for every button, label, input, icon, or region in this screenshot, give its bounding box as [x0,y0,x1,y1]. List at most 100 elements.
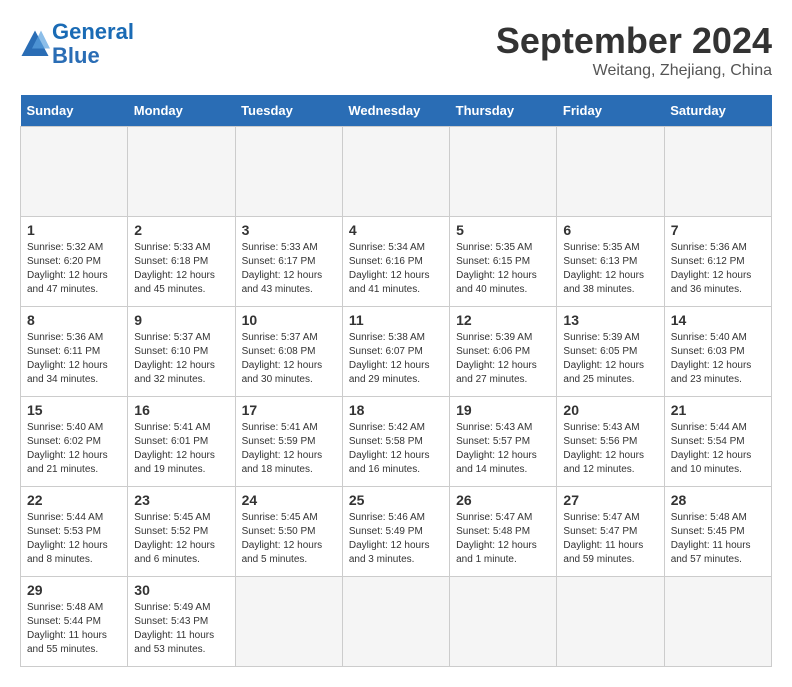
day-info: Sunrise: 5:41 AM Sunset: 5:59 PM Dayligh… [242,421,336,477]
day-info: Sunrise: 5:45 AM Sunset: 5:50 PM Dayligh… [242,511,336,567]
day-info: Sunrise: 5:42 AM Sunset: 5:58 PM Dayligh… [349,421,443,477]
calendar-cell: 12Sunrise: 5:39 AM Sunset: 6:06 PM Dayli… [450,307,557,397]
calendar-cell: 18 Sunrise: 5:42 AM Sunset: 5:58 PM Dayli… [342,397,449,487]
calendar-table: SundayMondayTuesdayWednesdayThursdayFrid… [20,95,772,667]
calendar-cell: 6Sunrise: 5:35 AM Sunset: 6:13 PM Daylig… [557,217,664,307]
calendar-cell: 11 Sunrise: 5:38 AM Sunset: 6:07 PM Dayli… [342,307,449,397]
day-number: 14 [671,312,765,328]
logo-line2: Blue [52,43,100,68]
calendar-cell [342,577,449,667]
day-info: Sunrise: 5:49 AM Sunset: 5:43 PM Dayligh… [134,601,228,657]
calendar-cell [557,577,664,667]
header-row: SundayMondayTuesdayWednesdayThursdayFrid… [21,95,772,127]
week-row-0 [21,127,772,217]
month-title: September 2024 [496,20,772,62]
day-info: Sunrise: 5:43 AM Sunset: 5:56 PM Dayligh… [563,421,657,477]
calendar-cell [235,577,342,667]
day-info: Sunrise: 5:44 AM Sunset: 5:53 PM Dayligh… [27,511,121,567]
calendar-cell: 7 Sunrise: 5:36 AM Sunset: 6:12 PM Daylig… [664,217,771,307]
day-number: 2 [134,222,228,238]
day-info: Sunrise: 5:48 AM Sunset: 5:45 PM Dayligh… [671,511,765,567]
calendar-cell: 21 Sunrise: 5:44 AM Sunset: 5:54 PM Dayli… [664,397,771,487]
day-number: 20 [563,402,657,418]
calendar-cell: 28 Sunrise: 5:48 AM Sunset: 5:45 PM Dayli… [664,487,771,577]
day-number: 22 [27,492,121,508]
day-number: 8 [27,312,121,328]
day-number: 24 [242,492,336,508]
week-row-1: 1 Sunrise: 5:32 AM Sunset: 6:20 PM Daylig… [21,217,772,307]
day-number: 26 [456,492,550,508]
day-number: 5 [456,222,550,238]
day-info: Sunrise: 5:39 AM Sunset: 6:06 PM Dayligh… [456,331,550,387]
week-row-2: 8 Sunrise: 5:36 AM Sunset: 6:11 PM Daylig… [21,307,772,397]
logo-line1: General [52,19,134,44]
calendar-cell: 2Sunrise: 5:33 AM Sunset: 6:18 PM Daylig… [128,217,235,307]
day-number: 17 [242,402,336,418]
col-header-saturday: Saturday [664,95,771,127]
day-info: Sunrise: 5:36 AM Sunset: 6:11 PM Dayligh… [27,331,121,387]
day-number: 27 [563,492,657,508]
day-info: Sunrise: 5:40 AM Sunset: 6:03 PM Dayligh… [671,331,765,387]
calendar-cell: 16 Sunrise: 5:41 AM Sunset: 6:01 PM Dayli… [128,397,235,487]
day-info: Sunrise: 5:37 AM Sunset: 6:10 PM Dayligh… [134,331,228,387]
col-header-thursday: Thursday [450,95,557,127]
day-info: Sunrise: 5:33 AM Sunset: 6:17 PM Dayligh… [242,241,336,297]
day-number: 10 [242,312,336,328]
day-info: Sunrise: 5:48 AM Sunset: 5:44 PM Dayligh… [27,601,121,657]
day-info: Sunrise: 5:47 AM Sunset: 5:47 PM Dayligh… [563,511,657,567]
day-info: Sunrise: 5:38 AM Sunset: 6:07 PM Dayligh… [349,331,443,387]
calendar-cell [664,127,771,217]
calendar-cell: 5Sunrise: 5:35 AM Sunset: 6:15 PM Daylig… [450,217,557,307]
calendar-cell: 14 Sunrise: 5:40 AM Sunset: 6:03 PM Dayli… [664,307,771,397]
day-number: 29 [27,582,121,598]
calendar-cell: 15 Sunrise: 5:40 AM Sunset: 6:02 PM Dayli… [21,397,128,487]
title-block: September 2024 Weitang, Zhejiang, China [496,20,772,80]
calendar-cell: 8 Sunrise: 5:36 AM Sunset: 6:11 PM Daylig… [21,307,128,397]
day-number: 23 [134,492,228,508]
calendar-cell [21,127,128,217]
day-number: 16 [134,402,228,418]
day-info: Sunrise: 5:41 AM Sunset: 6:01 PM Dayligh… [134,421,228,477]
day-number: 3 [242,222,336,238]
calendar-cell: 20 Sunrise: 5:43 AM Sunset: 5:56 PM Dayli… [557,397,664,487]
calendar-cell: 3 Sunrise: 5:33 AM Sunset: 6:17 PM Daylig… [235,217,342,307]
calendar-cell: 24 Sunrise: 5:45 AM Sunset: 5:50 PM Dayli… [235,487,342,577]
day-info: Sunrise: 5:36 AM Sunset: 6:12 PM Dayligh… [671,241,765,297]
day-info: Sunrise: 5:34 AM Sunset: 6:16 PM Dayligh… [349,241,443,297]
day-number: 11 [349,312,443,328]
calendar-cell: 9Sunrise: 5:37 AM Sunset: 6:10 PM Daylig… [128,307,235,397]
page-header: General Blue September 2024 Weitang, Zhe… [20,20,772,80]
day-info: Sunrise: 5:43 AM Sunset: 5:57 PM Dayligh… [456,421,550,477]
day-number: 13 [563,312,657,328]
week-row-5: 29 Sunrise: 5:48 AM Sunset: 5:44 PM Dayli… [21,577,772,667]
calendar-cell: 30Sunrise: 5:49 AM Sunset: 5:43 PM Dayli… [128,577,235,667]
day-info: Sunrise: 5:47 AM Sunset: 5:48 PM Dayligh… [456,511,550,567]
day-info: Sunrise: 5:44 AM Sunset: 5:54 PM Dayligh… [671,421,765,477]
logo-icon [20,29,50,59]
calendar-cell: 13Sunrise: 5:39 AM Sunset: 6:05 PM Dayli… [557,307,664,397]
calendar-cell: 26 Sunrise: 5:47 AM Sunset: 5:48 PM Dayli… [450,487,557,577]
day-number: 21 [671,402,765,418]
calendar-cell: 1 Sunrise: 5:32 AM Sunset: 6:20 PM Daylig… [21,217,128,307]
day-number: 28 [671,492,765,508]
calendar-cell: 19Sunrise: 5:43 AM Sunset: 5:57 PM Dayli… [450,397,557,487]
calendar-cell: 23Sunrise: 5:45 AM Sunset: 5:52 PM Dayli… [128,487,235,577]
calendar-cell [664,577,771,667]
calendar-cell: 29 Sunrise: 5:48 AM Sunset: 5:44 PM Dayli… [21,577,128,667]
day-number: 18 [349,402,443,418]
calendar-cell: 27 Sunrise: 5:47 AM Sunset: 5:47 PM Dayli… [557,487,664,577]
day-info: Sunrise: 5:40 AM Sunset: 6:02 PM Dayligh… [27,421,121,477]
col-header-tuesday: Tuesday [235,95,342,127]
day-number: 1 [27,222,121,238]
calendar-cell [235,127,342,217]
calendar-cell [450,127,557,217]
day-info: Sunrise: 5:37 AM Sunset: 6:08 PM Dayligh… [242,331,336,387]
calendar-cell [557,127,664,217]
day-number: 15 [27,402,121,418]
calendar-cell: 25Sunrise: 5:46 AM Sunset: 5:49 PM Dayli… [342,487,449,577]
calendar-cell: 17 Sunrise: 5:41 AM Sunset: 5:59 PM Dayli… [235,397,342,487]
day-number: 7 [671,222,765,238]
col-header-friday: Friday [557,95,664,127]
day-info: Sunrise: 5:32 AM Sunset: 6:20 PM Dayligh… [27,241,121,297]
location: Weitang, Zhejiang, China [496,62,772,80]
